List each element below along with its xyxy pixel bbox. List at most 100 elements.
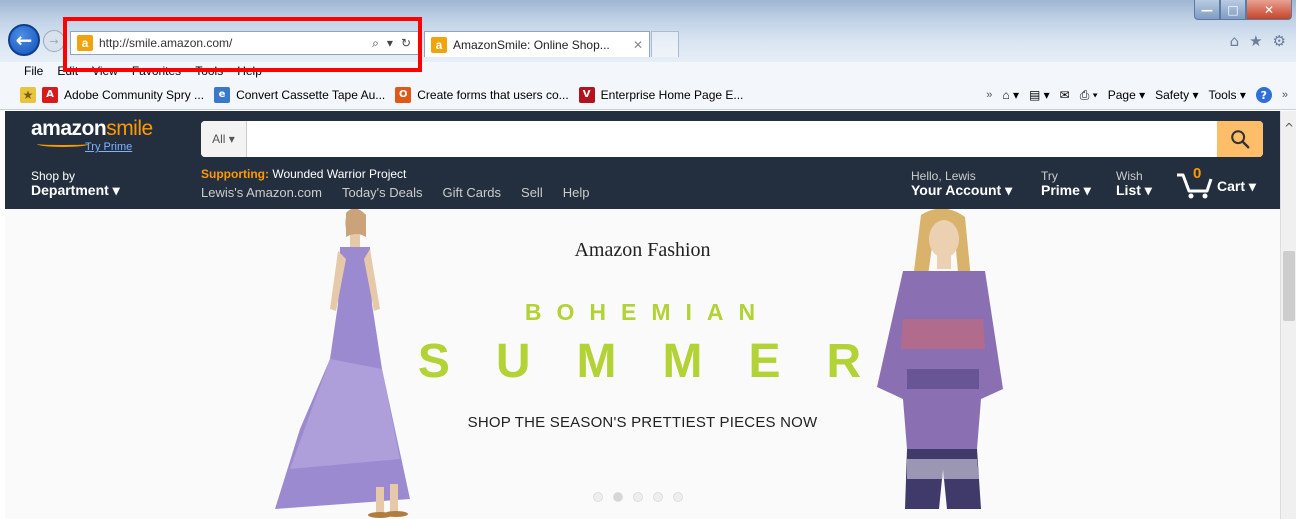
carousel-dot-active[interactable] — [613, 492, 623, 502]
refresh-icon[interactable]: ↻ — [401, 36, 411, 51]
window-controls: — □ ✕ — [1194, 0, 1292, 22]
hero-headline-line1: BOHEMIAN — [524, 299, 771, 325]
account-label: Your Account ▾ — [911, 182, 1013, 198]
wish-list-menu[interactable]: Wish List ▾ — [1116, 169, 1152, 198]
menu-edit[interactable]: Edit — [57, 64, 78, 78]
new-tab-button[interactable] — [651, 31, 679, 57]
favorite-label: Enterprise Home Page E... — [600, 87, 744, 102]
nav-link-todays-deals[interactable]: Today's Deals — [342, 185, 423, 200]
prime-menu[interactable]: Try Prime ▾ — [1041, 169, 1091, 198]
address-url[interactable]: http://smile.amazon.com/ — [99, 36, 372, 50]
search-bar: All ▾ — [201, 121, 1263, 157]
office-icon: O — [395, 86, 412, 103]
amazon-nav: Shop by Department ▾ Supporting: Wounded… — [5, 159, 1280, 209]
scroll-thumb[interactable] — [1283, 251, 1295, 321]
carousel-dot[interactable] — [593, 492, 603, 502]
address-bar-icons: ⌕ ▾ ↻ — [372, 36, 419, 51]
model-right-image — [877, 209, 1003, 509]
menu-favorites[interactable]: Favorites — [132, 64, 181, 78]
gear-icon[interactable]: ⚙ — [1273, 32, 1286, 50]
favorite-item-enterprise[interactable]: V Enterprise Home Page E... — [578, 86, 744, 103]
menu-file[interactable]: File — [24, 64, 43, 78]
shop-by-department[interactable]: Shop by Department ▾ — [31, 169, 120, 198]
wish-line1: Wish — [1116, 169, 1143, 183]
back-button[interactable]: ← — [8, 24, 40, 56]
command-bar: » ⌂ ▾ ▤ ▾ ✉ ⎙ ▾ Page ▾ Safety ▾ Tools ▾ … — [986, 80, 1288, 110]
search-input[interactable] — [247, 121, 1217, 157]
shop-by-line1: Shop by — [31, 169, 76, 183]
ie-page-icon: e — [214, 86, 231, 103]
minimize-button[interactable]: — — [1194, 0, 1220, 20]
mail-icon[interactable]: ✉ — [1060, 88, 1070, 102]
try-prime-link[interactable]: Try Prime — [85, 141, 132, 153]
favorites-star-icon[interactable]: ★ — [1249, 32, 1262, 50]
shop-by-line2: Department ▾ — [31, 182, 120, 198]
prime-line1: Try — [1041, 169, 1058, 183]
cart-count: 0 — [1193, 165, 1202, 182]
search-button[interactable] — [1217, 121, 1263, 157]
adobe-icon: A — [42, 86, 58, 103]
home-icon[interactable]: ⌂ — [1230, 32, 1240, 50]
tools-menu[interactable]: Tools ▾ — [1209, 88, 1246, 102]
menu-view[interactable]: View — [92, 64, 118, 78]
feeds-icon[interactable]: ▤ ▾ — [1029, 88, 1050, 102]
address-bar[interactable]: a http://smile.amazon.com/ ⌕ ▾ ↻ — [70, 31, 420, 55]
forward-button[interactable]: → — [43, 30, 65, 52]
nav-link-help[interactable]: Help — [563, 185, 590, 200]
supporting-charity[interactable]: Supporting: Wounded Warrior Project — [201, 167, 406, 181]
your-account-menu[interactable]: Hello, Lewis Your Account ▾ — [911, 169, 1012, 198]
nav-link-gift-cards[interactable]: Gift Cards — [443, 185, 502, 200]
browser-right-tools: ⌂ ★ ⚙ — [1230, 32, 1286, 50]
forward-arrow-icon: → — [49, 34, 59, 48]
menu-help[interactable]: Help — [237, 64, 262, 78]
close-tab-icon[interactable]: ✕ — [633, 38, 643, 52]
carousel-dot[interactable] — [653, 492, 663, 502]
command-bar-overflow-chevron[interactable]: » — [1282, 89, 1288, 101]
account-greeting: Hello, Lewis — [911, 169, 976, 183]
amazon-favicon-icon: a — [431, 36, 447, 53]
amazonsmile-logo[interactable]: amazonsmile — [31, 117, 153, 141]
carousel-dot[interactable] — [633, 492, 643, 502]
tab-title: AmazonSmile: Online Shop... — [453, 37, 610, 52]
nav-link-sell[interactable]: Sell — [521, 185, 543, 200]
favorite-item-convert[interactable]: e Convert Cassette Tape Au... — [214, 86, 386, 103]
menu-bar: File Edit View Favorites Tools Help — [0, 62, 1296, 80]
scroll-up-arrow-icon[interactable]: ^ — [1281, 121, 1296, 135]
search-icon[interactable]: ⌕ — [372, 36, 379, 51]
print-icon[interactable]: ⎙ ▾ — [1080, 88, 1098, 103]
fashion-hero-banner[interactable]: Amazon Fashion BOHEMIAN SUMMER SHOP THE … — [5, 209, 1280, 519]
cart-label: Cart ▾ — [1217, 178, 1256, 194]
dropdown-icon[interactable]: ▾ — [387, 36, 393, 51]
favorite-item-adobe[interactable]: A Adobe Community Spry ... — [42, 86, 205, 103]
search-department-select[interactable]: All ▾ — [201, 121, 247, 157]
home-icon[interactable]: ⌂ ▾ — [1002, 88, 1019, 102]
hero-title: Amazon Fashion — [574, 239, 711, 261]
nav-link-your-amazon[interactable]: Lewis's Amazon.com — [201, 185, 322, 200]
browser-titlebar: — □ ✕ ← → a http://smile.amazon.com/ ⌕ ▾… — [0, 0, 1296, 62]
favorites-star-icon[interactable]: ★ — [20, 86, 36, 103]
cart-button[interactable]: 0 Cart ▾ — [1175, 165, 1256, 199]
smile-arrow-icon — [37, 141, 89, 147]
logo-smile-text: smile — [106, 117, 153, 140]
carousel-dot[interactable] — [673, 492, 683, 502]
supporting-org: Wounded Warrior Project — [272, 167, 407, 181]
favorite-label: Adobe Community Spry ... — [64, 87, 205, 102]
menu-tools[interactable]: Tools — [195, 64, 223, 78]
amazon-favicon-icon: a — [77, 35, 93, 51]
tab-amazonsmile[interactable]: a AmazonSmile: Online Shop... ✕ — [424, 31, 650, 57]
favorites-overflow-chevron[interactable]: » — [986, 89, 992, 101]
favorite-item-forms[interactable]: O Create forms that users co... — [395, 86, 569, 103]
favorite-label: Convert Cassette Tape Au... — [236, 87, 386, 102]
page-viewport: amazonsmile Try Prime All ▾ Shop by Depa… — [5, 111, 1280, 519]
maximize-button[interactable]: □ — [1220, 0, 1246, 20]
help-icon[interactable]: ? — [1255, 87, 1272, 103]
page-menu[interactable]: Page ▾ — [1108, 88, 1145, 102]
vertical-scrollbar[interactable]: ^ — [1280, 111, 1296, 519]
close-window-button[interactable]: ✕ — [1246, 0, 1292, 20]
carousel-dots — [593, 492, 683, 502]
safety-menu[interactable]: Safety ▾ — [1155, 88, 1198, 102]
amazon-header: amazonsmile Try Prime All ▾ — [5, 111, 1280, 159]
favorite-label: Create forms that users co... — [417, 87, 569, 102]
hero-cta[interactable]: SHOP THE SEASON'S PRETTIEST PIECES NOW — [5, 414, 1280, 431]
browser-window: — □ ✕ ← → a http://smile.amazon.com/ ⌕ ▾… — [0, 0, 1296, 519]
